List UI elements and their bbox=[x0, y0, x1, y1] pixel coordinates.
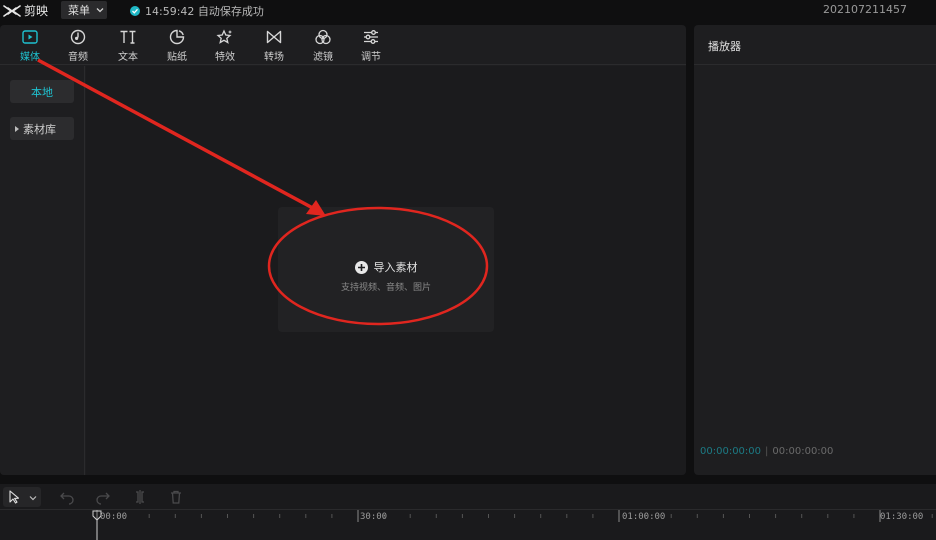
redo-icon[interactable] bbox=[95, 489, 111, 505]
text-icon bbox=[120, 30, 136, 44]
tab-label: 贴纸 bbox=[167, 52, 187, 63]
import-button[interactable]: 导入素材 bbox=[278, 259, 494, 275]
time-ruler[interactable]: 00:00 30:00 01:00:00 01:30:00 bbox=[0, 510, 936, 540]
capcut-logo-icon bbox=[3, 4, 21, 17]
tab-label: 音频 bbox=[68, 52, 88, 63]
tab-label: 文本 bbox=[118, 52, 138, 63]
tab-adjust[interactable]: 调节 bbox=[351, 28, 391, 64]
tab-label: 媒体 bbox=[20, 52, 40, 63]
media-sidebar: 本地 素材库 bbox=[0, 66, 85, 475]
sidebar-item-local[interactable]: 本地 bbox=[10, 80, 74, 103]
playhead[interactable] bbox=[92, 510, 102, 540]
tab-filter[interactable]: 滤镜 bbox=[303, 28, 343, 64]
project-name[interactable]: 202107211457 bbox=[823, 3, 907, 16]
tick-label: 30:00 bbox=[360, 512, 388, 522]
title-bar: 剪映 菜单 14:59:42 自动保存成功 202107211457 bbox=[0, 0, 936, 22]
effects-icon bbox=[216, 29, 232, 44]
app-logo: 剪映 bbox=[3, 2, 48, 19]
player-timecode: 00:00:00:00 | 00:00:00:00 bbox=[700, 446, 833, 457]
player-header: 播放器 bbox=[694, 25, 936, 65]
tick-label: 00:00 bbox=[100, 512, 128, 522]
player-title: 播放器 bbox=[708, 40, 741, 53]
tab-text[interactable]: 文本 bbox=[108, 28, 148, 64]
import-media-dropzone[interactable]: 导入素材 支持视频、音频、图片 bbox=[278, 207, 494, 332]
tab-sticker[interactable]: 贴纸 bbox=[157, 28, 197, 64]
autosave-text: 14:59:42 自动保存成功 bbox=[145, 5, 264, 18]
tab-label: 转场 bbox=[264, 52, 284, 63]
menu-label: 菜单 bbox=[68, 4, 90, 17]
tab-label: 特效 bbox=[215, 52, 235, 63]
menu-button[interactable]: 菜单 bbox=[61, 1, 107, 19]
tick-label: 01:00:00 bbox=[622, 512, 666, 522]
autosave-status: 14:59:42 自动保存成功 bbox=[130, 3, 264, 19]
media-icon bbox=[22, 30, 38, 44]
ruler-ticks bbox=[96, 510, 933, 522]
tab-transition[interactable]: 转场 bbox=[254, 28, 294, 64]
delete-icon[interactable] bbox=[168, 489, 184, 505]
adjust-icon bbox=[364, 30, 378, 44]
undo-icon[interactable] bbox=[59, 489, 75, 505]
tab-audio[interactable]: 音频 bbox=[58, 28, 98, 64]
sidebar-item-label: 素材库 bbox=[23, 122, 56, 136]
timeline-toolbar bbox=[0, 484, 936, 510]
filter-icon bbox=[315, 29, 331, 45]
tab-effects[interactable]: 特效 bbox=[205, 28, 245, 64]
audio-icon bbox=[70, 29, 86, 45]
tick-label: 01:30:00 bbox=[880, 512, 924, 522]
cursor-icon bbox=[9, 490, 20, 504]
split-icon[interactable] bbox=[132, 489, 148, 505]
sidebar-item-label: 本地 bbox=[31, 85, 53, 99]
check-circle-icon bbox=[130, 6, 140, 16]
timecode-divider: | bbox=[765, 446, 769, 457]
import-hint: 支持视频、音频、图片 bbox=[340, 283, 431, 293]
total-time: 00:00:00:00 bbox=[772, 446, 834, 457]
tab-label: 调节 bbox=[361, 52, 381, 63]
transition-icon bbox=[266, 30, 282, 44]
app-title: 剪映 bbox=[24, 4, 49, 18]
current-time: 00:00:00:00 bbox=[700, 446, 762, 457]
timeline: 00:00 30:00 01:00:00 01:30:00 bbox=[0, 484, 936, 540]
tab-media[interactable]: 媒体 bbox=[10, 28, 50, 64]
chevron-down-icon bbox=[29, 496, 37, 501]
chevron-down-icon bbox=[96, 8, 104, 13]
sticker-icon bbox=[169, 29, 185, 45]
player-panel: 播放器 00:00:00:00 | 00:00:00:00 bbox=[694, 25, 936, 475]
sidebar-item-library[interactable]: 素材库 bbox=[10, 117, 74, 140]
select-tool-button[interactable] bbox=[3, 487, 41, 507]
caret-right-icon bbox=[15, 125, 19, 132]
import-label: 导入素材 bbox=[373, 261, 418, 274]
asset-toolbar: 媒体 音频 文本 贴纸 特效 转场 滤镜 调节 bbox=[0, 25, 686, 65]
plus-icon bbox=[354, 260, 368, 274]
tab-label: 滤镜 bbox=[313, 52, 333, 63]
